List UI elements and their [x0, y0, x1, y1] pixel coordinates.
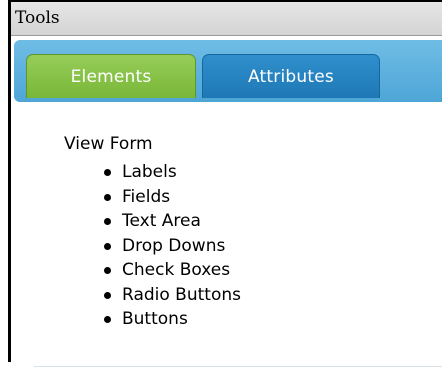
- bullet-icon: [104, 193, 111, 201]
- bullet-icon: [104, 291, 111, 299]
- bullet-icon: [104, 316, 111, 323]
- list-item-label: Labels: [122, 162, 177, 182]
- bullet-icon: [104, 218, 111, 225]
- bullet-icon: [104, 267, 111, 274]
- list-item: Check Boxes: [102, 258, 241, 283]
- tab-attributes[interactable]: Attributes: [202, 54, 380, 98]
- tab-content: View Form Labels Fields Text Area Drop D…: [14, 102, 442, 362]
- window-title: Tools: [15, 8, 60, 28]
- bullet-icon: [104, 169, 111, 176]
- titlebar: Tools: [11, 0, 442, 36]
- element-list: Labels Fields Text Area Drop Downs Check…: [102, 160, 241, 332]
- list-item: Fields: [102, 185, 241, 210]
- list-item-label: Text Area: [122, 211, 201, 231]
- tab-elements-label: Elements: [70, 66, 152, 87]
- list-item-label: Check Boxes: [122, 260, 231, 280]
- tab-elements[interactable]: Elements: [26, 54, 196, 98]
- list-item: Radio Buttons: [102, 283, 241, 308]
- tools-panel: Tools Elements Attributes View Form Labe…: [8, 0, 442, 362]
- list-item: Labels: [102, 160, 241, 185]
- list-item-label: Drop Downs: [122, 235, 226, 256]
- list-item: Buttons: [102, 307, 241, 332]
- tab-strip: Elements Attributes: [14, 40, 442, 102]
- list-item-label: Buttons: [122, 309, 188, 329]
- list-item-label: Fields: [122, 186, 171, 207]
- bullet-icon: [104, 242, 111, 250]
- list-item-label: Radio Buttons: [122, 284, 241, 305]
- tab-attributes-label: Attributes: [248, 66, 334, 87]
- list-item: Text Area: [102, 209, 241, 234]
- list-item: Drop Downs: [102, 234, 241, 259]
- bottom-divider: [34, 366, 442, 367]
- view-form-heading: View Form: [64, 134, 153, 154]
